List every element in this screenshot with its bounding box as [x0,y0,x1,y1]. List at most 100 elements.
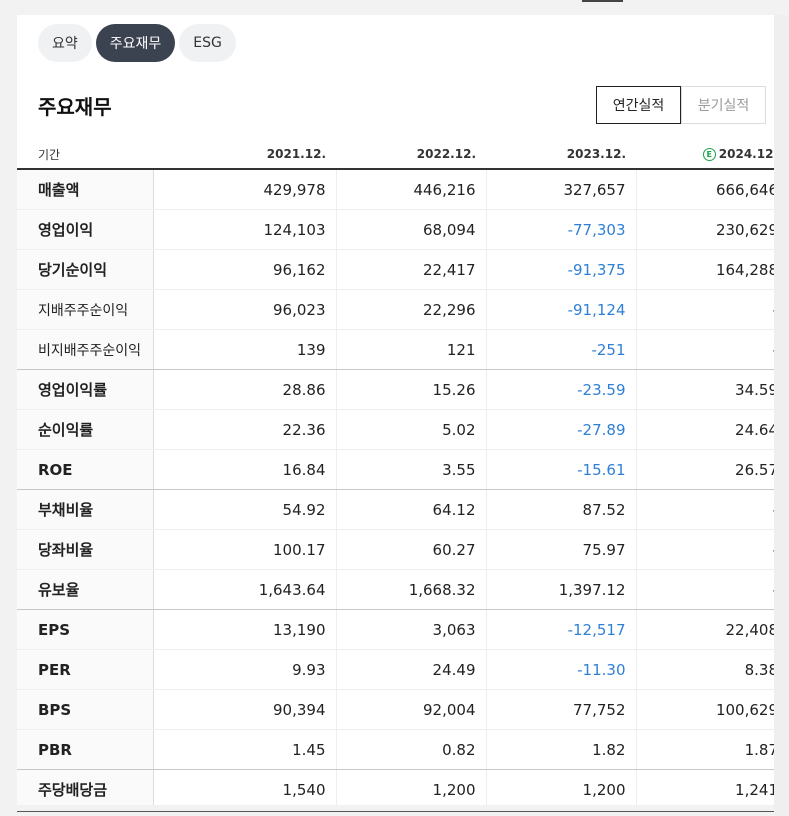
column-header-label: 2024.12. [718,147,774,161]
row-label: PBR [17,729,154,770]
table-cell: 24.64 [635,409,774,450]
table-cell: 3.55 [335,449,486,490]
table-row: 지배주주순이익96,02322,296-91,124- [17,289,774,330]
table-row: 유보율1,643.641,668.321,397.12- [17,569,774,610]
row-label: 영업이익률 [17,369,154,410]
table-body: 매출액 429,978 446,216 327,657 666,646 영업이익 124,1… [17,169,774,805]
table-cell: 1,397.12 [485,569,636,610]
table-cell: 0.82 [335,729,486,770]
column-header-estimate: E 2024.12. [636,140,774,170]
row-label: EPS [17,609,154,650]
section-tabs: 요약 주요재무 ESG [38,24,236,62]
tab-esg[interactable]: ESG [179,24,236,62]
table-cell: 96,023 [152,289,336,330]
annual-button[interactable]: 연간실적 [596,86,681,124]
table-cell: 1,540 [152,769,336,805]
table-cell: 5.02 [335,409,486,450]
row-label: 주당배당금 [17,769,154,805]
table-cell: 22,296 [335,289,486,330]
table-row: 매출액 429,978 446,216 327,657 666,646 [17,169,774,210]
table-row: 주당배당금 1,540 1,200 1,200 1,241 [17,769,774,805]
financials-table: 기간 2021.12. 2022.12. 2023.12. E 2024.12. … [17,140,774,805]
table-cell: - [635,289,774,330]
table-cell: 13,190 [152,609,336,650]
row-label: 부채비율 [17,489,154,530]
table-row: 당좌비율100.1760.2775.97- [17,529,774,570]
row-label: 당기순이익 [17,249,154,290]
table-row: BPS 90,394 92,004 77,752 100,629 [17,689,774,730]
table-cell: 9.93 [152,649,336,690]
tab-summary[interactable]: 요약 [38,24,92,62]
table-cell: - [635,569,774,610]
table-cell: 15.26 [335,369,486,410]
table-cell: 3,063 [335,609,486,650]
table-cell: -251 [485,329,636,370]
table-row: 부채비율54.9264.1287.52- [17,489,774,530]
table-cell: 1,643.64 [152,569,336,610]
table-cell: 22,408 [635,609,774,650]
column-header: 2021.12. [153,140,336,170]
table-cell: 68,094 [335,209,486,250]
row-label: 당좌비율 [17,529,154,570]
table-row: ROE 16.84 3.55 -15.61 26.57 [17,449,774,490]
table-cell: - [635,529,774,570]
row-label: 순이익률 [17,409,154,450]
table-cell: 92,004 [335,689,486,730]
table-cell: -23.59 [485,369,636,410]
table-cell: -91,375 [485,249,636,290]
table-cell: 54.92 [152,489,336,530]
financials-card: 요약 주요재무 ESG 주요재무 연간실적 분기실적 기간 2021.12. 2… [17,15,774,805]
row-label: 지배주주순이익 [17,289,154,330]
table-cell: 1,200 [335,769,486,805]
table-cell: 1,668.32 [335,569,486,610]
table-cell: 230,629 [635,209,774,250]
table-cell: 90,394 [152,689,336,730]
table-cell: 1.82 [485,729,636,770]
table-cell: 22.36 [152,409,336,450]
estimate-icon: E [702,148,716,161]
row-label: ROE [17,449,154,490]
table-cell: 100,629 [635,689,774,730]
table-cell: 1,241 [635,769,774,805]
table-row: 순이익률 22.36 5.02 -27.89 24.64 [17,409,774,450]
row-label: 유보율 [17,569,154,610]
quarterly-button[interactable]: 분기실적 [681,86,766,124]
table-cell: -27.89 [485,409,636,450]
table-cell: 429,978 [152,169,336,210]
period-toggle: 연간실적 분기실적 [596,86,766,124]
table-cell: 124,103 [152,209,336,250]
table-row: 영업이익 124,103 68,094 -77,303 230,629 [17,209,774,250]
table-cell: 77,752 [485,689,636,730]
table-row: PBR 1.45 0.82 1.82 1.87 [17,729,774,770]
row-label: PER [17,649,154,690]
table-cell: 24.49 [335,649,486,690]
table-cell: 100.17 [152,529,336,570]
table-cell: 87.52 [485,489,636,530]
table-cell: 75.97 [485,529,636,570]
table-cell: 327,657 [485,169,636,210]
table-cell: - [635,489,774,530]
row-label: 비지배주주순이익 [17,329,154,370]
table-cell: 446,216 [335,169,486,210]
table-cell: 16.84 [152,449,336,490]
table-cell: 1.45 [152,729,336,770]
table-cell: 22,417 [335,249,486,290]
table-cell: 121 [335,329,486,370]
table-row: EPS 13,190 3,063 -12,517 22,408 [17,609,774,650]
table-row: 영업이익률 28.86 15.26 -23.59 34.59 [17,369,774,410]
tab-key-financials[interactable]: 주요재무 [95,24,176,62]
row-label: 매출액 [17,169,154,210]
table-cell: 64.12 [335,489,486,530]
table-cell: -11.30 [485,649,636,690]
section-title: 주요재무 [38,95,112,119]
table-cell: - [635,329,774,370]
table-cell: 34.59 [635,369,774,410]
table-cell: 96,162 [152,249,336,290]
table-row: PER 9.93 24.49 -11.30 8.38 [17,649,774,690]
table-cell: 28.86 [152,369,336,410]
row-label: BPS [17,689,154,730]
table-cell: 666,646 [635,169,774,210]
table-row: 당기순이익 96,162 22,417 -91,375 164,288 [17,249,774,290]
table-cell: 26.57 [635,449,774,490]
table-row: 비지배주주순이익139121-251- [17,329,774,370]
